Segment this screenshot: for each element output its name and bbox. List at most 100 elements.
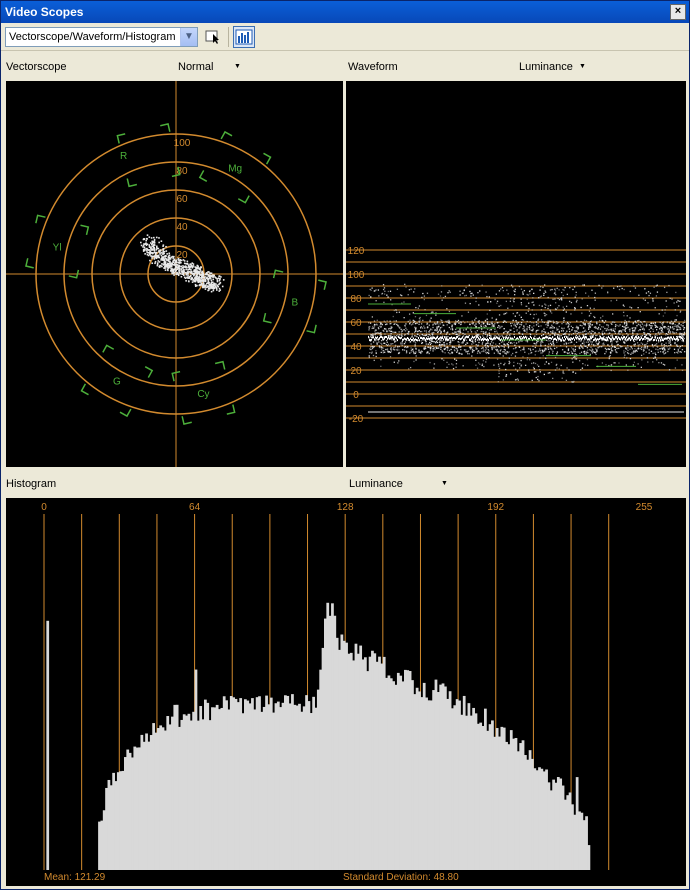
waveform-trace-point xyxy=(632,337,633,340)
waveform-trace-point xyxy=(604,338,605,341)
waveform-trace-point xyxy=(571,329,573,331)
waveform-trace-point xyxy=(520,304,523,306)
vectorscope-trace-point xyxy=(185,273,188,276)
waveform-trace-point xyxy=(617,343,619,346)
waveform-trace-point xyxy=(649,338,650,341)
waveform-trace-point xyxy=(606,328,608,330)
vectorscope-trace-point xyxy=(163,259,165,261)
waveform-trace-point xyxy=(537,329,540,331)
waveform-trace-point xyxy=(486,338,487,341)
waveform-trace-point xyxy=(456,351,458,353)
vectorscope-trace-point xyxy=(160,254,163,257)
waveform-trace-point xyxy=(533,368,535,370)
waveform-trace-point xyxy=(549,311,552,313)
waveform-trace-point xyxy=(669,327,672,329)
dropdown-arrow-icon[interactable]: ▼ xyxy=(234,55,241,79)
waveform-trace-point xyxy=(470,295,472,297)
waveform-trace-point xyxy=(539,289,541,291)
waveform-trace-point xyxy=(413,352,415,355)
waveform-mode-dropdown[interactable]: Luminance xyxy=(519,55,573,79)
waveform-trace-point xyxy=(486,295,488,298)
waveform-trace-point xyxy=(427,326,429,328)
waveform-trace-point xyxy=(441,326,443,328)
waveform-trace-point xyxy=(611,343,613,345)
waveform-trace-point xyxy=(374,338,375,341)
waveform-trace-point xyxy=(620,346,622,348)
waveform-trace-point xyxy=(606,339,607,342)
waveform-trace-point xyxy=(640,342,642,344)
dropdown-arrow-icon[interactable]: ▼ xyxy=(180,28,197,46)
waveform-trace-point xyxy=(679,347,681,349)
waveform-trace-point xyxy=(681,364,683,366)
waveform-trace-point xyxy=(604,320,607,322)
waveform-trace-point xyxy=(439,328,441,331)
waveform-trace-point xyxy=(514,368,517,370)
waveform-trace-point xyxy=(535,344,537,346)
vectorscope-trace-point xyxy=(178,271,180,274)
histogram-bar xyxy=(220,707,224,870)
waveform-trace-point xyxy=(604,327,606,330)
waveform-trace-point xyxy=(376,319,378,321)
vectorscope-trace-point xyxy=(177,273,180,275)
waveform-trace-point xyxy=(624,326,626,328)
waveform-trace-point xyxy=(569,342,571,344)
waveform-trace-point xyxy=(652,330,655,333)
waveform-trace-point xyxy=(532,366,535,369)
waveform-trace-point xyxy=(635,349,637,351)
waveform-trace-point xyxy=(477,351,479,353)
dropdown-arrow-icon[interactable]: ▼ xyxy=(579,55,586,79)
waveform-trace-point xyxy=(647,340,649,342)
histogram-bar xyxy=(460,714,464,870)
waveform-trace-point xyxy=(656,326,658,328)
waveform-trace-point xyxy=(580,306,582,309)
waveform-axis-label: 60 xyxy=(350,318,362,329)
vectorscope-ring-label: 40 xyxy=(176,222,188,233)
waveform-trace-point xyxy=(427,338,428,341)
vectorscope-trace-point xyxy=(210,290,213,293)
waveform-trace-point xyxy=(537,350,540,352)
vectorscope-mode-dropdown[interactable]: Normal xyxy=(178,55,213,79)
histogram-bar xyxy=(192,711,195,870)
histogram-view-button[interactable] xyxy=(233,26,255,48)
waveform-trace-point xyxy=(623,356,625,358)
waveform-trace-point xyxy=(583,334,585,336)
waveform-trace-point xyxy=(484,349,487,351)
waveform-trace-point xyxy=(495,293,497,295)
waveform-trace-point xyxy=(423,330,426,332)
waveform-trace-point xyxy=(588,345,590,347)
waveform-trace-point xyxy=(401,330,403,332)
waveform-trace-point xyxy=(572,288,574,291)
waveform-trace-point xyxy=(500,339,501,342)
waveform-trace-point xyxy=(641,334,644,337)
waveform-trace-point xyxy=(508,360,510,363)
waveform-trace-point xyxy=(504,352,506,354)
waveform-trace-point xyxy=(670,336,671,339)
waveform-trace-point xyxy=(635,335,636,338)
waveform-trace-point xyxy=(655,353,657,356)
histogram-bar xyxy=(356,653,360,870)
waveform-trace-point xyxy=(658,328,661,330)
waveform-trace-point xyxy=(595,348,597,350)
vectorscope-trace-point xyxy=(158,237,160,239)
waveform-trace-point xyxy=(406,338,407,341)
waveform-trace-point xyxy=(683,339,684,342)
waveform-trace-point xyxy=(547,307,549,310)
waveform-trace-point xyxy=(561,339,562,342)
waveform-trace-point xyxy=(455,337,456,340)
waveform-trace-point xyxy=(587,341,589,343)
pointer-tool-button[interactable] xyxy=(204,28,222,46)
scope-mode-select[interactable]: Vectorscope/Waveform/Histogram ▼ xyxy=(5,27,198,47)
close-icon[interactable]: × xyxy=(670,4,686,20)
waveform-trace-point xyxy=(485,348,488,350)
waveform-trace-point xyxy=(648,294,650,297)
waveform-trace-point xyxy=(498,370,500,372)
waveform-trace-point xyxy=(397,347,399,349)
waveform-trace-point xyxy=(515,342,518,344)
dropdown-arrow-icon[interactable]: ▼ xyxy=(441,472,448,496)
waveform-trace-point xyxy=(514,288,516,290)
histogram-bar xyxy=(194,669,198,870)
histogram-mode-dropdown[interactable]: Luminance xyxy=(349,472,403,496)
waveform-trace-point xyxy=(635,327,637,329)
waveform-trace-point xyxy=(580,320,582,323)
waveform-trace-point xyxy=(572,356,575,359)
